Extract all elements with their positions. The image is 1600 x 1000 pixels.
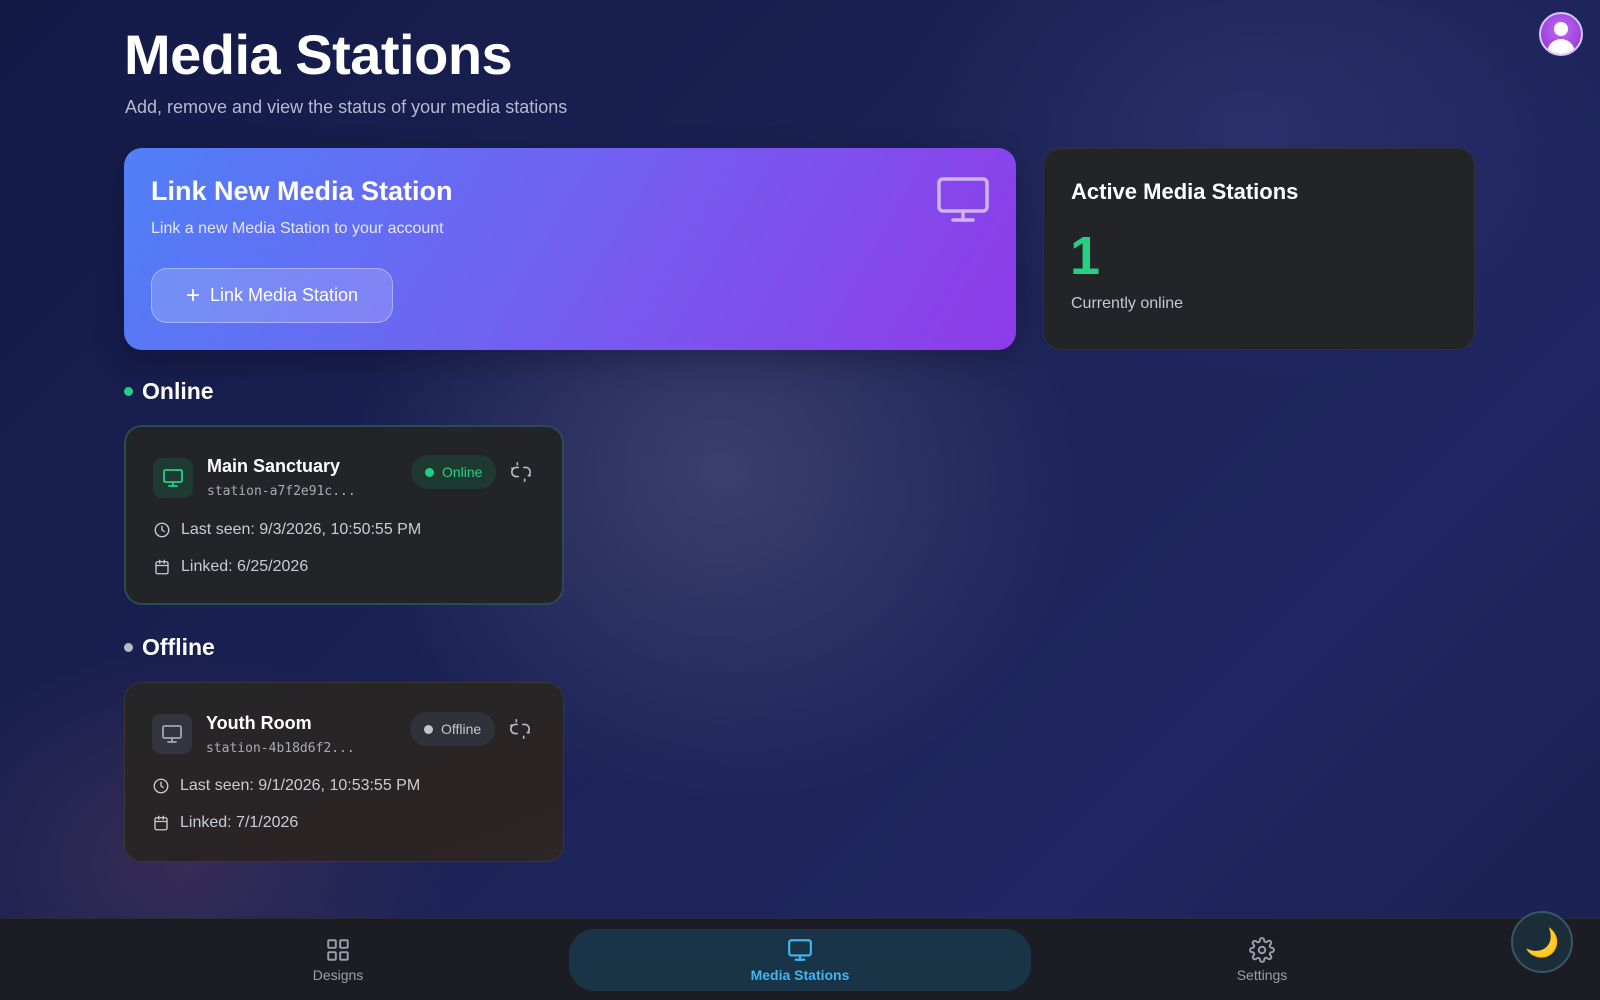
nav-item-settings[interactable]: Settings bbox=[1212, 929, 1312, 991]
status-dot bbox=[425, 467, 434, 477]
link-card-title: Link New Media Station bbox=[151, 176, 453, 206]
linked-text: Linked: 6/25/2026 bbox=[181, 558, 309, 575]
user-avatar-icon bbox=[1554, 22, 1568, 36]
moon-icon: 🌙 bbox=[1524, 926, 1560, 958]
user-avatar-button[interactable] bbox=[1539, 12, 1583, 56]
plus-icon: + bbox=[185, 281, 200, 309]
monitor-icon bbox=[163, 469, 183, 487]
station-icon-box bbox=[152, 714, 192, 754]
nav-item-label: Designs bbox=[312, 967, 364, 983]
linked-text: Linked: 7/1/2026 bbox=[180, 814, 299, 831]
linked-row: Linked: 6/25/2026 bbox=[153, 558, 308, 576]
monitor-icon bbox=[937, 177, 989, 222]
last-seen-row: Last seen: 9/3/2026, 10:50:55 PM bbox=[153, 521, 421, 539]
station-name: Main Sanctuary bbox=[207, 456, 341, 476]
status-badge: Offline bbox=[410, 712, 496, 746]
gear-icon bbox=[1249, 937, 1275, 963]
station-id: station-a7f2e91c... bbox=[207, 484, 356, 499]
status-dot bbox=[424, 724, 433, 734]
nav-item-designs[interactable]: Designs bbox=[288, 929, 388, 991]
station-name: Youth Room bbox=[206, 713, 312, 733]
station-id: station-4b18d6f2... bbox=[206, 741, 355, 756]
last-seen-text: Last seen: 9/3/2026, 10:50:55 PM bbox=[181, 521, 422, 538]
last-seen-row: Last seen: 9/1/2026, 10:53:55 PM bbox=[152, 777, 420, 795]
nav-item-label: Media Stations bbox=[750, 967, 850, 983]
offline-status-dot bbox=[124, 643, 133, 652]
page-subtitle: Add, remove and view the status of your … bbox=[125, 97, 568, 117]
link-station-card: Link New Media Station Link a new Media … bbox=[124, 148, 1016, 350]
theme-toggle-button[interactable]: 🌙 bbox=[1511, 911, 1573, 973]
clock-icon bbox=[154, 522, 170, 538]
unlink-icon[interactable] bbox=[510, 461, 532, 483]
bottom-nav: Designs Media Stations Settings bbox=[0, 918, 1600, 1000]
status-badge-label: Online bbox=[442, 464, 483, 480]
calendar-icon bbox=[154, 815, 168, 831]
active-count: 1 bbox=[1070, 226, 1101, 286]
grid-icon bbox=[327, 939, 349, 961]
link-media-station-label: Link Media Station bbox=[209, 285, 359, 305]
offline-section-header: Offline bbox=[124, 634, 215, 661]
user-avatar-body bbox=[1547, 39, 1575, 54]
unlink-icon[interactable] bbox=[509, 718, 531, 740]
nav-item-label: Settings bbox=[1236, 967, 1288, 983]
active-stations-card: Active Media Stations 1 Currently online bbox=[1043, 148, 1475, 350]
status-badge-label: Offline bbox=[441, 721, 482, 737]
linked-row: Linked: 7/1/2026 bbox=[152, 814, 298, 832]
clock-icon bbox=[153, 778, 169, 794]
station-card[interactable]: Main Sanctuary station-a7f2e91c... Onlin… bbox=[124, 425, 564, 605]
link-card-description: Link a new Media Station to your account bbox=[151, 220, 444, 237]
station-icon-box bbox=[153, 458, 193, 498]
last-seen-text: Last seen: 9/1/2026, 10:53:55 PM bbox=[180, 777, 421, 794]
online-section-label: Online bbox=[142, 378, 214, 404]
monitor-icon bbox=[788, 939, 812, 961]
station-card[interactable]: Youth Room station-4b18d6f2... Offline L… bbox=[124, 682, 564, 862]
active-card-title: Active Media Stations bbox=[1071, 179, 1299, 204]
online-status-dot bbox=[124, 387, 133, 396]
online-section-header: Online bbox=[124, 378, 214, 405]
calendar-icon bbox=[155, 559, 169, 575]
link-media-station-button[interactable]: + Link Media Station bbox=[151, 268, 393, 323]
monitor-icon bbox=[162, 725, 182, 743]
page-title: Media Stations bbox=[124, 23, 513, 86]
nav-item-media-stations[interactable]: Media Stations bbox=[569, 929, 1031, 991]
status-badge: Online bbox=[411, 455, 497, 489]
active-card-caption: Currently online bbox=[1071, 295, 1184, 312]
offline-section-label: Offline bbox=[142, 634, 215, 660]
